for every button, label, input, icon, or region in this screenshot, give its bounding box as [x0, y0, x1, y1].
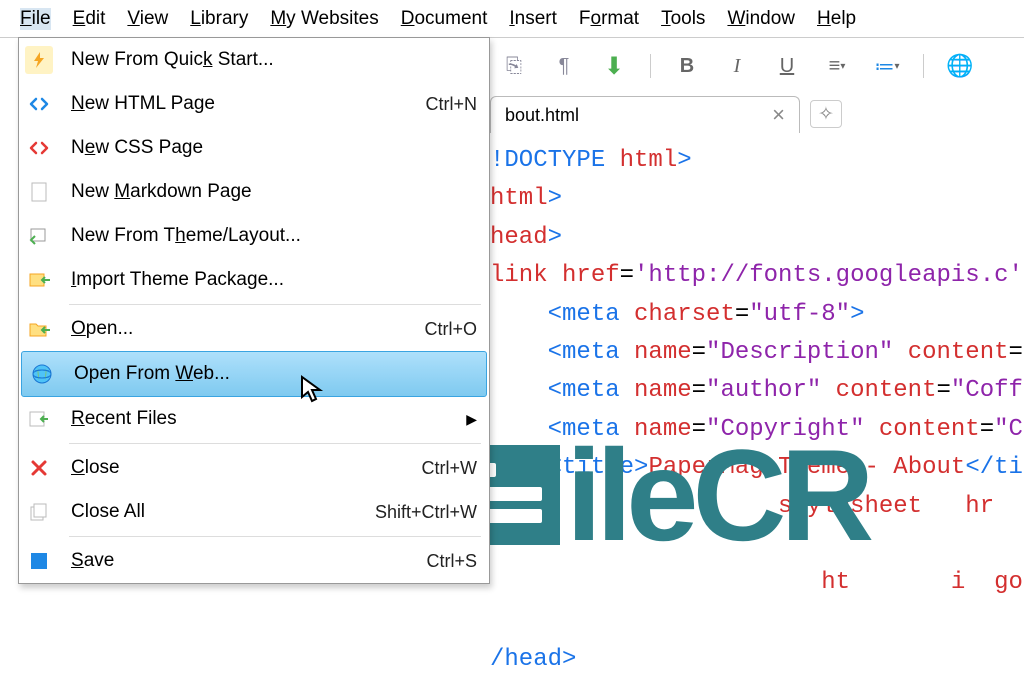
- save-icon: [25, 547, 53, 575]
- code-editor[interactable]: !DOCTYPE html> html> head> link href='ht…: [490, 142, 1024, 679]
- menubar: File Edit View Library My Websites Document In…: [0, 0, 1024, 38]
- menu-shortcut: Ctrl+W: [422, 458, 478, 479]
- underline-button[interactable]: U: [773, 52, 801, 80]
- italic-button[interactable]: I: [723, 52, 751, 80]
- web-icon: [28, 360, 56, 388]
- menu-shortcut: Ctrl+S: [426, 551, 477, 572]
- css-icon: [25, 134, 53, 162]
- menu-shortcut: Ctrl+N: [425, 94, 477, 115]
- pilcrow-icon[interactable]: ¶: [550, 52, 578, 80]
- menu-my websites[interactable]: My Websites: [270, 8, 378, 30]
- menu-insert[interactable]: Insert: [509, 8, 557, 30]
- menu-item-new-from-theme-layout-[interactable]: New From Theme/Layout...: [19, 214, 489, 258]
- cursor-icon: [300, 375, 324, 412]
- menu-tools[interactable]: Tools: [661, 8, 705, 30]
- menu-item-label: New From Theme/Layout...: [71, 225, 477, 247]
- tab-title: bout.html: [505, 105, 579, 126]
- tab-close-icon[interactable]: ×: [772, 102, 785, 128]
- menu-item-import-theme-package-[interactable]: Import Theme Package...: [19, 258, 489, 302]
- menu-item-label: New CSS Page: [71, 137, 477, 159]
- globe-icon[interactable]: 🌐: [946, 52, 974, 80]
- menu-format[interactable]: Format: [579, 8, 639, 30]
- toolbar: ⎘ ¶ ⬇ B I U ≡▾ ≔▾ 🌐: [500, 44, 974, 88]
- menu-view[interactable]: View: [127, 8, 168, 30]
- menu-help[interactable]: Help: [817, 8, 856, 30]
- document-tab[interactable]: bout.html ×: [490, 96, 800, 133]
- menu-item-recent-files[interactable]: Recent Files▶: [19, 397, 489, 441]
- menu-item-label: Close: [71, 457, 422, 479]
- md-icon: [25, 178, 53, 206]
- html-icon: [25, 90, 53, 118]
- menu-item-new-markdown-page[interactable]: New Markdown Page: [19, 170, 489, 214]
- lightning-icon: [25, 46, 53, 74]
- watermark-text: ileCR: [566, 420, 868, 570]
- menu-item-open-from-web-[interactable]: Open From Web...: [21, 351, 487, 397]
- new-tab-button[interactable]: ✧: [810, 100, 842, 128]
- submenu-arrow-icon: ▶: [466, 411, 477, 428]
- menu-item-label: New HTML Page: [71, 93, 425, 115]
- menu-item-label: New Markdown Page: [71, 181, 477, 203]
- menu-item-new-html-page[interactable]: New HTML PageCtrl+N: [19, 82, 489, 126]
- menu-item-save[interactable]: SaveCtrl+S: [19, 539, 489, 583]
- bold-button[interactable]: B: [673, 52, 701, 80]
- theme-icon: [25, 222, 53, 250]
- close-icon: [25, 454, 53, 482]
- closeall-icon: [25, 498, 53, 526]
- import-icon: [25, 266, 53, 294]
- download-icon[interactable]: ⬇: [600, 52, 628, 80]
- menu-item-label: Save: [71, 550, 426, 572]
- menu-shortcut: Ctrl+O: [424, 319, 477, 340]
- menu-item-close-all[interactable]: Close AllShift+Ctrl+W: [19, 490, 489, 534]
- menu-item-label: Open From Web...: [74, 363, 474, 385]
- menu-item-label: Recent Files: [71, 408, 477, 430]
- menu-item-label: New From Quick Start...: [71, 49, 477, 71]
- menu-item-close[interactable]: CloseCtrl+W: [19, 446, 489, 490]
- menu-item-label: Open...: [71, 318, 424, 340]
- menu-document[interactable]: Document: [401, 8, 488, 30]
- menu-item-new-from-quick-start-[interactable]: New From Quick Start...: [19, 38, 489, 82]
- menu-library[interactable]: Library: [190, 8, 248, 30]
- menu-item-label: Close All: [71, 501, 375, 523]
- menu-window[interactable]: Window: [727, 8, 795, 30]
- clone-icon[interactable]: ⎘: [500, 52, 528, 80]
- menu-item-new-css-page[interactable]: New CSS Page: [19, 126, 489, 170]
- menu-item-open-[interactable]: Open...Ctrl+O: [19, 307, 489, 351]
- align-button[interactable]: ≡▾: [823, 52, 851, 80]
- menu-item-label: Import Theme Package...: [71, 269, 477, 291]
- file-menu[interactable]: New From Quick Start...New HTML PageCtrl…: [18, 37, 490, 584]
- watermark: ileCR: [450, 420, 868, 570]
- list-button[interactable]: ≔▾: [873, 52, 901, 80]
- menu-shortcut: Shift+Ctrl+W: [375, 502, 477, 523]
- recent-icon: [25, 405, 53, 433]
- open-icon: [25, 315, 53, 343]
- menu-file[interactable]: File: [20, 8, 51, 30]
- menu-edit[interactable]: Edit: [73, 8, 106, 30]
